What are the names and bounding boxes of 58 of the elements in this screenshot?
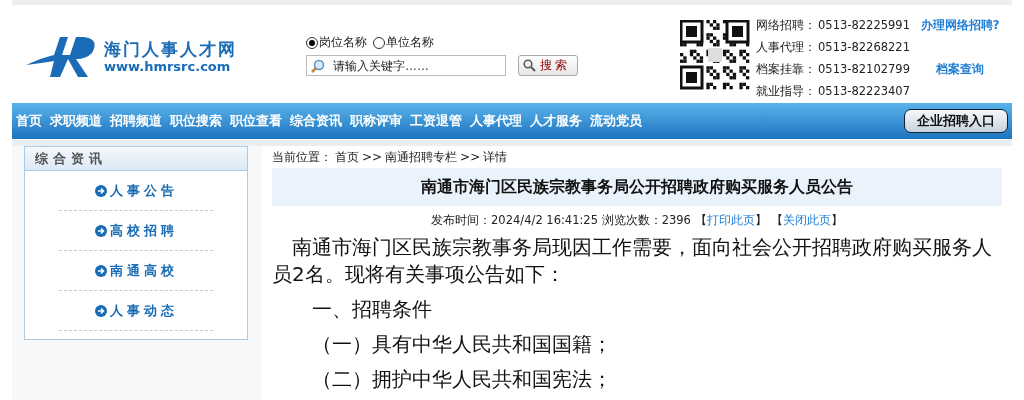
arrow-icon <box>94 304 107 317</box>
contact-label: 人事代理： <box>756 39 817 56</box>
sidebar-item[interactable]: 人事公告 <box>59 171 213 211</box>
contact-phone: 0513-82225991 <box>818 17 910 34</box>
article-meta: 发布时间：2024/4/2 16:41:25 浏览次数：2396 <box>431 212 691 228</box>
article-title: 南通市海门区民族宗教事务局公开招聘政府购买服务人员公告 <box>272 168 1002 206</box>
breadcrumb-separator: >> <box>362 150 383 164</box>
nav-item[interactable]: 流动党员 <box>590 112 642 130</box>
action-link[interactable]: 打印此页 <box>706 212 755 227</box>
arrow-icon <box>94 264 107 277</box>
bracket: 【 <box>770 212 783 227</box>
contact-phone: 0513-82102799 <box>818 61 910 78</box>
sidebar-title: 综合资讯 <box>25 147 247 171</box>
sidebar-item[interactable]: 人事动态 <box>59 291 213 331</box>
article-paragraph: （二）拥护中华人民共和国宪法； <box>311 366 613 393</box>
contact-label: 档案挂靠： <box>756 61 817 78</box>
contact-phone: 0513-82223407 <box>818 83 910 100</box>
qr-code-icon <box>680 20 751 90</box>
nav-item[interactable]: 职位查看 <box>230 112 282 130</box>
contact-label: 网络招聘： <box>756 17 817 34</box>
breadcrumb-label: 当前位置： <box>272 148 332 166</box>
article-paragraph: （一）具有中华人民共和国国籍； <box>311 331 613 358</box>
contact-label: 就业指导： <box>756 83 817 100</box>
site-url: www.hmrsrc.com <box>104 59 232 75</box>
search-icon <box>523 59 536 72</box>
breadcrumb-item[interactable]: 首页 <box>335 148 359 166</box>
sidebar-item[interactable]: 高校招聘 <box>59 211 213 251</box>
search-button[interactable]: 搜 索 <box>518 55 579 76</box>
action-link[interactable]: 关闭此页 <box>782 212 831 227</box>
sidebar-item[interactable]: 南通高校 <box>59 251 213 291</box>
bracket: 】 <box>830 212 843 227</box>
contact-link[interactable]: 办理网络招聘? <box>912 14 1008 36</box>
nav-item[interactable]: 职称评审 <box>350 112 402 130</box>
nav-item[interactable]: 人才服务 <box>530 112 582 130</box>
breadcrumb-item[interactable]: 详情 <box>483 148 508 166</box>
nav-item[interactable]: 工资退管 <box>410 112 462 130</box>
search-mode-radio[interactable]: 单位名称 <box>373 34 434 51</box>
article-paragraph: 南通市海门区民族宗教事务局现因工作需要，面向社会公开招聘政府购买服务人员2名。现将有关事项公告如下： <box>272 234 993 288</box>
search-mode-radio[interactable]: 岗位名称 <box>306 34 367 51</box>
nav-item[interactable]: 综合资讯 <box>290 112 342 130</box>
article-paragraph: 一、招聘条件 <box>311 296 433 323</box>
contact-phone: 0513-82268221 <box>818 39 910 56</box>
enterprise-button[interactable]: 企业招聘入口 <box>904 109 1008 133</box>
breadcrumb-separator: >> <box>460 150 481 164</box>
magnifier-icon <box>311 59 325 73</box>
bracket: 【 <box>694 212 707 227</box>
arrow-icon <box>94 224 107 237</box>
breadcrumb-item[interactable]: 南通招聘专栏 <box>385 148 458 166</box>
contact-link[interactable]: 档案查询 <box>912 58 1008 80</box>
nav-item[interactable]: 职位搜索 <box>170 112 222 130</box>
bracket: 】 <box>754 212 767 227</box>
arrow-icon <box>94 184 107 197</box>
nav-item[interactable]: 首页 <box>16 112 42 130</box>
nav-item[interactable]: 求职频道 <box>50 112 102 130</box>
site-name: 海门人事人才网 <box>104 39 237 59</box>
nav-item[interactable]: 人事代理 <box>470 112 522 130</box>
nav-item[interactable]: 招聘频道 <box>110 112 162 130</box>
search-field[interactable]: 请输入关键字…… <box>306 55 506 76</box>
